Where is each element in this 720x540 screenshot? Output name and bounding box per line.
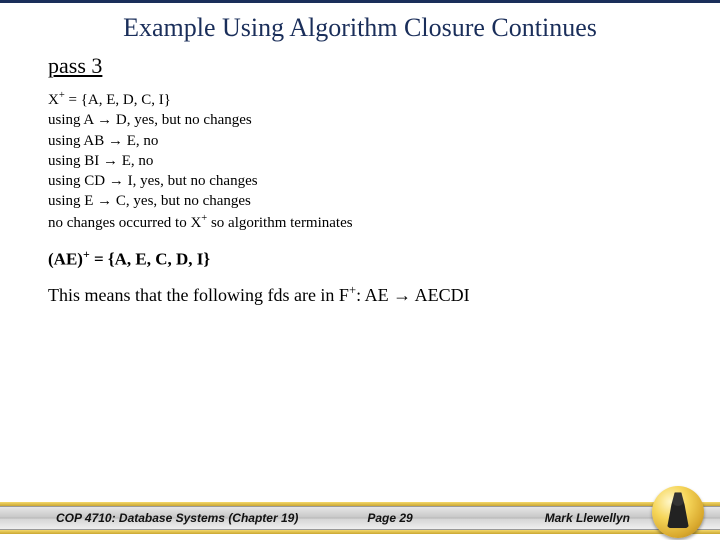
ucf-pegasus-logo-icon	[652, 486, 704, 538]
step-line-3: using AB → E, no	[48, 131, 672, 151]
pass-label: pass 3	[48, 53, 672, 79]
meaning-post: : AE → AECDI	[356, 285, 470, 305]
step-line-7-post: so algorithm terminates	[207, 215, 352, 231]
footer-author: Mark Llewellyn	[545, 511, 630, 525]
logo-circle	[652, 486, 704, 538]
result-pre: (AE)	[48, 249, 83, 268]
slide-title: Example Using Algorithm Closure Continue…	[0, 3, 720, 49]
step-line-7-pre: no changes occurred to X	[48, 215, 201, 231]
superscript-plus: +	[349, 283, 356, 297]
footer-accent-bottom	[0, 530, 720, 534]
step-line-1-post: = {A, E, D, C, I}	[65, 92, 171, 108]
step-line-1: X+ = {A, E, D, C, I}	[48, 89, 672, 110]
pegasus-icon	[667, 492, 689, 528]
step-line-1-pre: X	[48, 92, 59, 108]
closure-result: (AE)+ = {A, E, C, D, I}	[48, 247, 672, 270]
meaning-line: This means that the following fds are in…	[48, 283, 672, 306]
step-line-6: using E → C, yes, but no changes	[48, 191, 672, 211]
footer: COP 4710: Database Systems (Chapter 19) …	[0, 494, 720, 540]
slide: Example Using Algorithm Closure Continue…	[0, 0, 720, 540]
step-line-4: using BI → E, no	[48, 151, 672, 171]
meaning-pre: This means that the following fds are in…	[48, 285, 349, 305]
step-line-2: using A → D, yes, but no changes	[48, 110, 672, 130]
superscript-plus: +	[83, 247, 90, 261]
step-line-7: no changes occurred to X+ so algorithm t…	[48, 212, 672, 233]
step-line-5: using CD → I, yes, but no changes	[48, 171, 672, 191]
footer-text: COP 4710: Database Systems (Chapter 19) …	[0, 508, 720, 528]
algorithm-steps: X+ = {A, E, D, C, I} using A → D, yes, b…	[48, 89, 672, 233]
footer-page: Page 29	[367, 511, 412, 525]
result-post: = {A, E, C, D, I}	[90, 249, 210, 268]
slide-content: pass 3 X+ = {A, E, D, C, I} using A → D,…	[0, 49, 720, 540]
